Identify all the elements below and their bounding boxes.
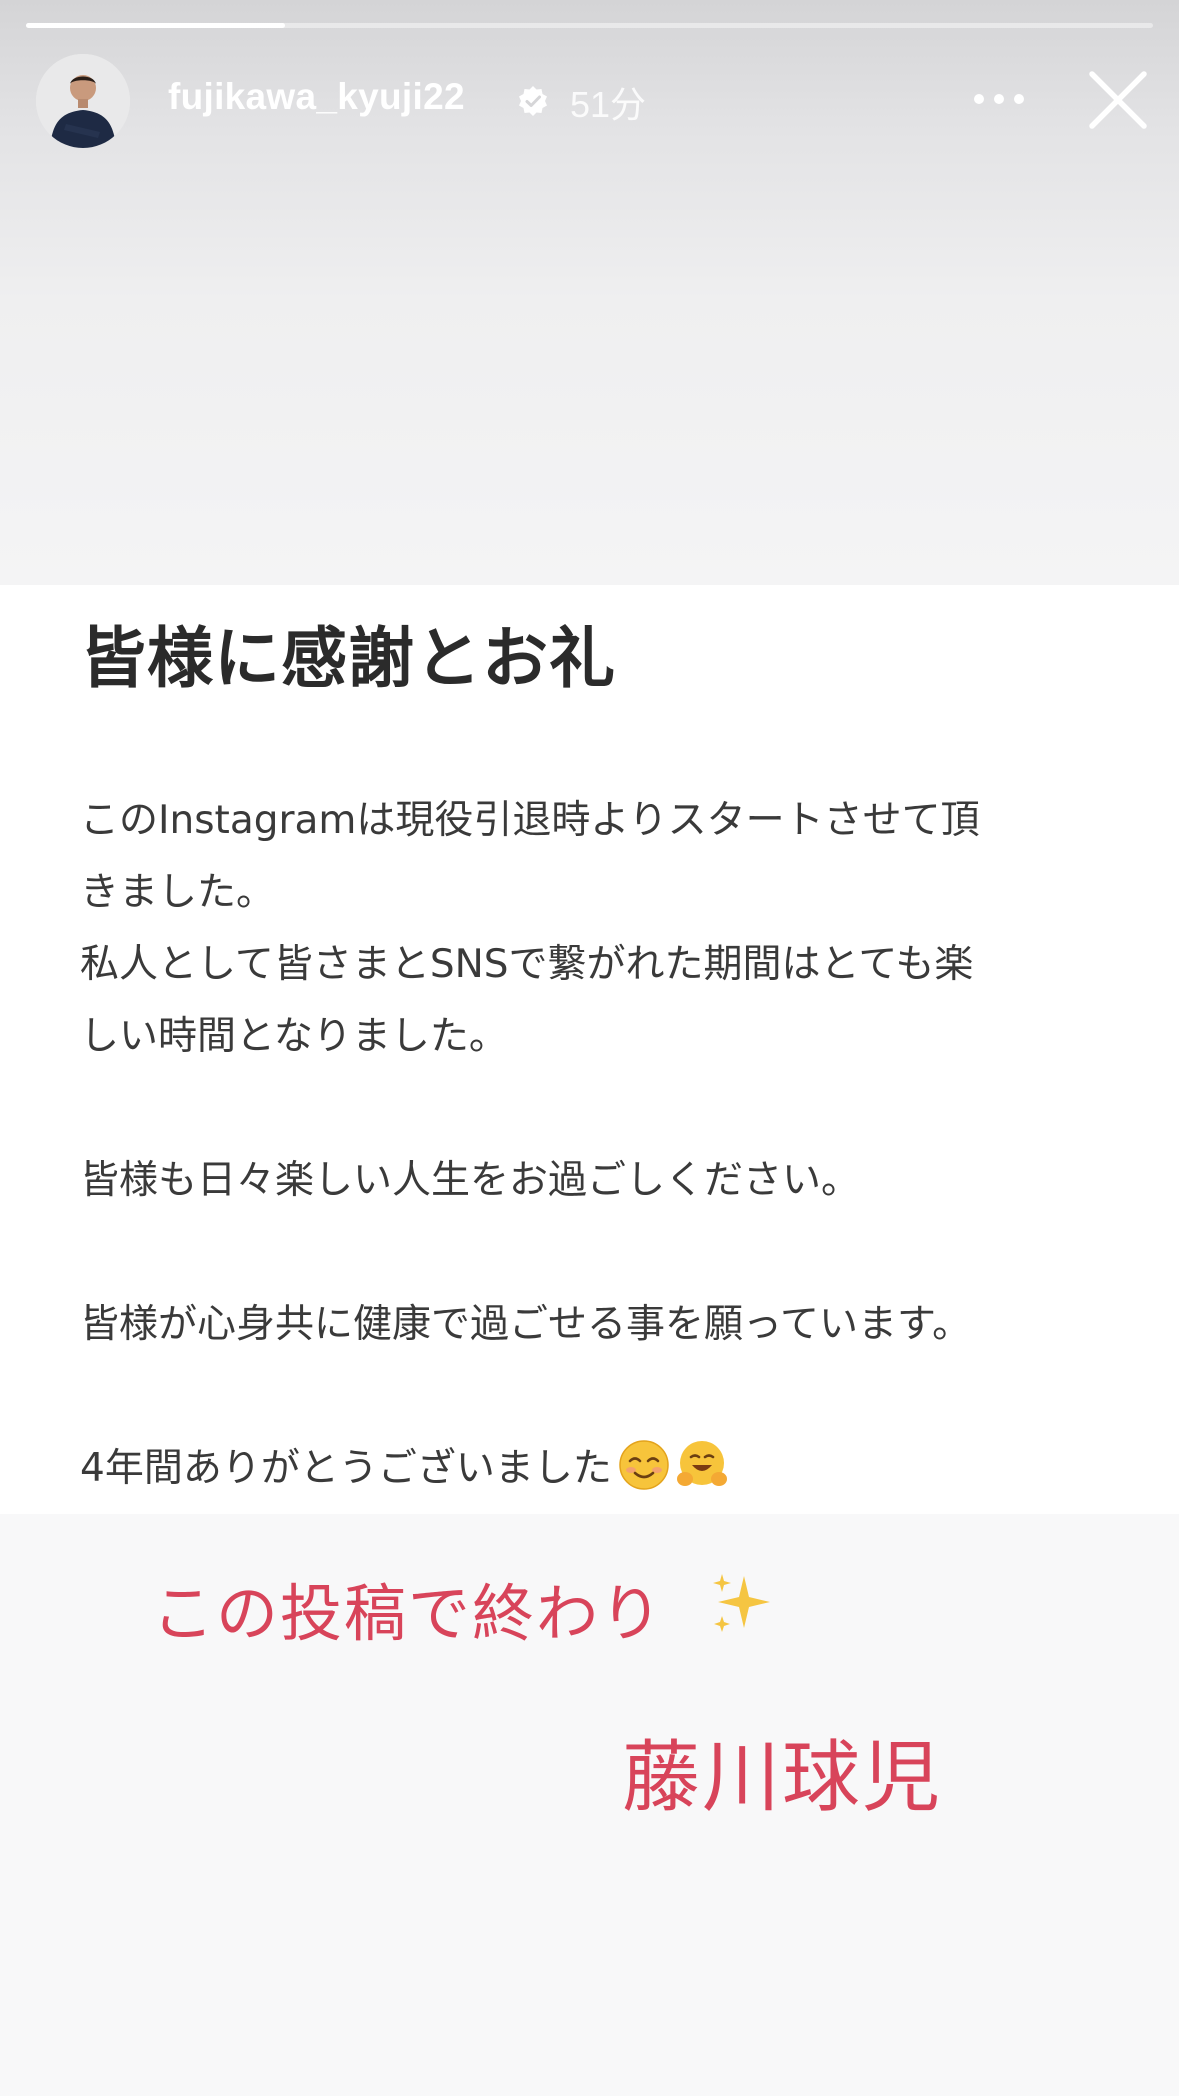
close-icon[interactable] <box>1086 68 1150 132</box>
sticker-text-signature: 藤川球児 <box>622 1733 943 1823</box>
post-text-line: 皆様も日々楽しい人生をお過ごしください。 <box>80 1158 861 1203</box>
post-text-line: このInstagramは現役引退時よりスタートさせて頂 <box>80 798 980 843</box>
more-horizontal-icon[interactable] <box>972 92 1026 106</box>
username[interactable]: fujikawa_kyuji22 <box>168 76 465 118</box>
story-viewer[interactable]: fujikawa_kyuji22 51分 皆様に感謝とお礼 このInstagra… <box>0 0 1179 2096</box>
post-text-line: 皆様が心身共に健康で過ごせる事を願っています。 <box>80 1302 972 1347</box>
avatar[interactable] <box>36 54 130 148</box>
story-progress-bar <box>26 23 1153 28</box>
post-body: このInstagramは現役引退時よりスタートさせて頂 きました。 私人として皆… <box>80 785 1120 1505</box>
post-title: 皆様に感謝とお礼 <box>80 620 616 697</box>
verified-badge-icon <box>519 86 547 116</box>
smiling-face-icon <box>619 1440 669 1490</box>
post-text-line: きました。 <box>80 870 276 915</box>
post-text-line: 私人として皆さまとSNSで繋がれた期間はとても楽 <box>80 942 974 987</box>
post-text-line: しい時間となりました。 <box>80 1014 508 1059</box>
thanks-text: 4年間ありがとうございました <box>80 1446 612 1491</box>
sparkles-icon <box>713 1574 770 1632</box>
story-header: fujikawa_kyuji22 51分 <box>0 48 1179 158</box>
sticker-text-ending: この投稿で終わり <box>152 1577 665 1650</box>
post-time: 51分 <box>570 84 647 125</box>
hugging-face-icon <box>676 1441 727 1486</box>
story-progress-fill <box>26 23 286 28</box>
post-text-line: 4年間ありがとうございました <box>80 1433 1120 1505</box>
